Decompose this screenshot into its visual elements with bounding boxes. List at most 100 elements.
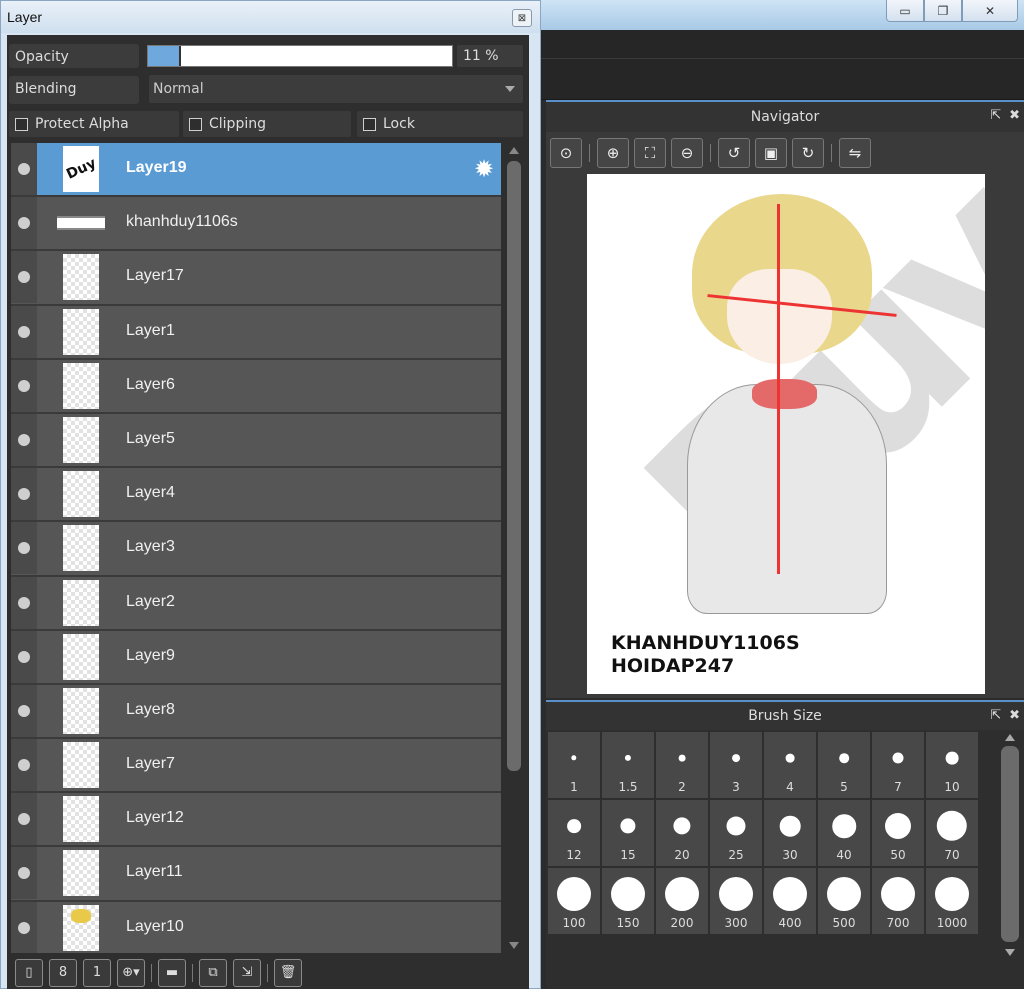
- opacity-slider[interactable]: [147, 45, 453, 67]
- clipping-checkbox[interactable]: Clipping: [183, 111, 351, 137]
- new-1bit-layer-button[interactable]: 1: [83, 958, 111, 987]
- popout-icon[interactable]: ⇱: [990, 708, 1001, 723]
- fit-window-button[interactable]: ⛶: [634, 138, 666, 168]
- close-window-button[interactable]: ✕: [962, 0, 1018, 22]
- brush-size-cell[interactable]: 4: [764, 732, 816, 798]
- zoom-actual-button[interactable]: ⊙: [550, 138, 582, 168]
- layer-row[interactable]: Layer12: [11, 793, 501, 848]
- brush-size-cell[interactable]: 30: [764, 800, 816, 866]
- flip-horizontal-button[interactable]: ⇋: [839, 138, 871, 168]
- brush-size-cell[interactable]: 300: [710, 868, 762, 934]
- brush-size-cell[interactable]: 10: [926, 732, 978, 798]
- layer-row[interactable]: Layer2: [11, 576, 501, 631]
- layer-row[interactable]: Layer10: [11, 901, 501, 953]
- brush-size-cell[interactable]: 5: [818, 732, 870, 798]
- scroll-up-icon[interactable]: [1005, 734, 1015, 741]
- visibility-toggle[interactable]: [11, 901, 37, 953]
- blending-select[interactable]: Normal: [149, 75, 523, 103]
- duplicate-layer-button[interactable]: ⧉: [199, 958, 227, 987]
- close-icon[interactable]: ✖: [1009, 108, 1020, 123]
- brush-size-cell[interactable]: 70: [926, 800, 978, 866]
- layer-row[interactable]: Layer4: [11, 468, 501, 523]
- fit-canvas-button[interactable]: ▣: [755, 138, 787, 168]
- artwork-body: [687, 384, 887, 614]
- layer-row-content: Layer7: [37, 739, 501, 791]
- layer-row[interactable]: Layer1: [11, 305, 501, 360]
- brush-size-cell[interactable]: 400: [764, 868, 816, 934]
- brush-size-cell[interactable]: 3: [710, 732, 762, 798]
- visibility-toggle[interactable]: [11, 468, 37, 521]
- brush-size-cell[interactable]: 2: [656, 732, 708, 798]
- brush-size-cell[interactable]: 200: [656, 868, 708, 934]
- close-icon[interactable]: ✖: [1009, 708, 1020, 723]
- scroll-down-icon[interactable]: [509, 942, 519, 949]
- brush-size-cell[interactable]: 12: [548, 800, 600, 866]
- rotate-right-icon: ↻: [801, 144, 815, 162]
- zoom-out-button[interactable]: ⊖: [671, 138, 703, 168]
- add-layer-menu-button[interactable]: ⊕▾: [117, 958, 145, 987]
- visibility-toggle[interactable]: [11, 630, 37, 683]
- layer-row[interactable]: Layer17: [11, 251, 501, 306]
- brush-size-cell[interactable]: 15: [602, 800, 654, 866]
- visibility-toggle[interactable]: [11, 847, 37, 900]
- brush-size-cell[interactable]: 1.5: [602, 732, 654, 798]
- layer-row[interactable]: khanhduy1106s: [11, 197, 501, 252]
- new-8bit-layer-button[interactable]: 8: [49, 958, 77, 987]
- visibility-toggle[interactable]: [11, 251, 37, 304]
- brush-size-cell[interactable]: 7: [872, 732, 924, 798]
- brush-size-scrollbar[interactable]: [998, 732, 1022, 958]
- brush-size-cell[interactable]: 150: [602, 868, 654, 934]
- scroll-up-icon[interactable]: [509, 147, 519, 154]
- brush-size-cell[interactable]: 25: [710, 800, 762, 866]
- visibility-toggle[interactable]: [11, 793, 37, 846]
- visibility-toggle[interactable]: [11, 359, 37, 412]
- zoom-in-button[interactable]: ⊕: [597, 138, 629, 168]
- visibility-toggle[interactable]: [11, 576, 37, 629]
- gear-icon[interactable]: ✹: [471, 156, 497, 182]
- layer-thumbnail: [63, 579, 99, 626]
- minimize-button[interactable]: ▭: [886, 0, 924, 22]
- layer-window-close-button[interactable]: ⊠: [512, 9, 532, 27]
- layer-row[interactable]: Layer7: [11, 739, 501, 794]
- brush-size-cell[interactable]: 100: [548, 868, 600, 934]
- scrollbar-thumb[interactable]: [507, 161, 521, 771]
- brush-size-cell[interactable]: 40: [818, 800, 870, 866]
- scrollbar-thumb[interactable]: [1001, 746, 1019, 942]
- layer-row[interactable]: Layer9: [11, 630, 501, 685]
- visibility-toggle[interactable]: [11, 143, 37, 195]
- scroll-down-icon[interactable]: [1005, 949, 1015, 956]
- layer-list-scrollbar[interactable]: [505, 143, 523, 953]
- visibility-toggle[interactable]: [11, 413, 37, 466]
- layer-row[interactable]: Layer6: [11, 359, 501, 414]
- layer-row[interactable]: Layer11: [11, 847, 501, 902]
- lock-checkbox[interactable]: Lock: [357, 111, 523, 137]
- brush-size-cell[interactable]: 1000: [926, 868, 978, 934]
- merge-down-button[interactable]: ⇲: [233, 958, 261, 987]
- rotate-right-button[interactable]: ↻: [792, 138, 824, 168]
- visibility-toggle[interactable]: [11, 739, 37, 792]
- layer-row[interactable]: Layer8: [11, 684, 501, 740]
- restore-button[interactable]: ❐: [924, 0, 962, 22]
- visibility-toggle[interactable]: [11, 522, 37, 575]
- brush-size-cell[interactable]: 20: [656, 800, 708, 866]
- layer-row[interactable]: Duy Layer19 ✹: [11, 143, 501, 198]
- delete-layer-button[interactable]: 🗑: [274, 958, 302, 987]
- brush-size-cell[interactable]: 50: [872, 800, 924, 866]
- brush-size-cell[interactable]: 700: [872, 868, 924, 934]
- brush-preview-icon: [678, 754, 686, 762]
- popout-icon[interactable]: ⇱: [990, 108, 1001, 123]
- navigator-preview[interactable]: Duy KHANHDUY1106S HOIDAP247: [587, 174, 985, 694]
- visibility-toggle[interactable]: [11, 197, 37, 250]
- brush-size-cell[interactable]: 1: [548, 732, 600, 798]
- rotate-left-button[interactable]: ↺: [718, 138, 750, 168]
- layer-row[interactable]: Layer3: [11, 522, 501, 577]
- new-layer-button[interactable]: ▯: [15, 958, 43, 987]
- visibility-toggle[interactable]: [11, 305, 37, 358]
- opacity-value[interactable]: 11 %: [457, 45, 523, 67]
- layer-row[interactable]: Layer5: [11, 413, 501, 469]
- visibility-toggle[interactable]: [11, 684, 37, 737]
- new-folder-button[interactable]: ▬: [158, 958, 186, 987]
- brush-size-cell[interactable]: 500: [818, 868, 870, 934]
- layer-thumbnail: [63, 416, 99, 463]
- protect-alpha-checkbox[interactable]: Protect Alpha: [9, 111, 179, 137]
